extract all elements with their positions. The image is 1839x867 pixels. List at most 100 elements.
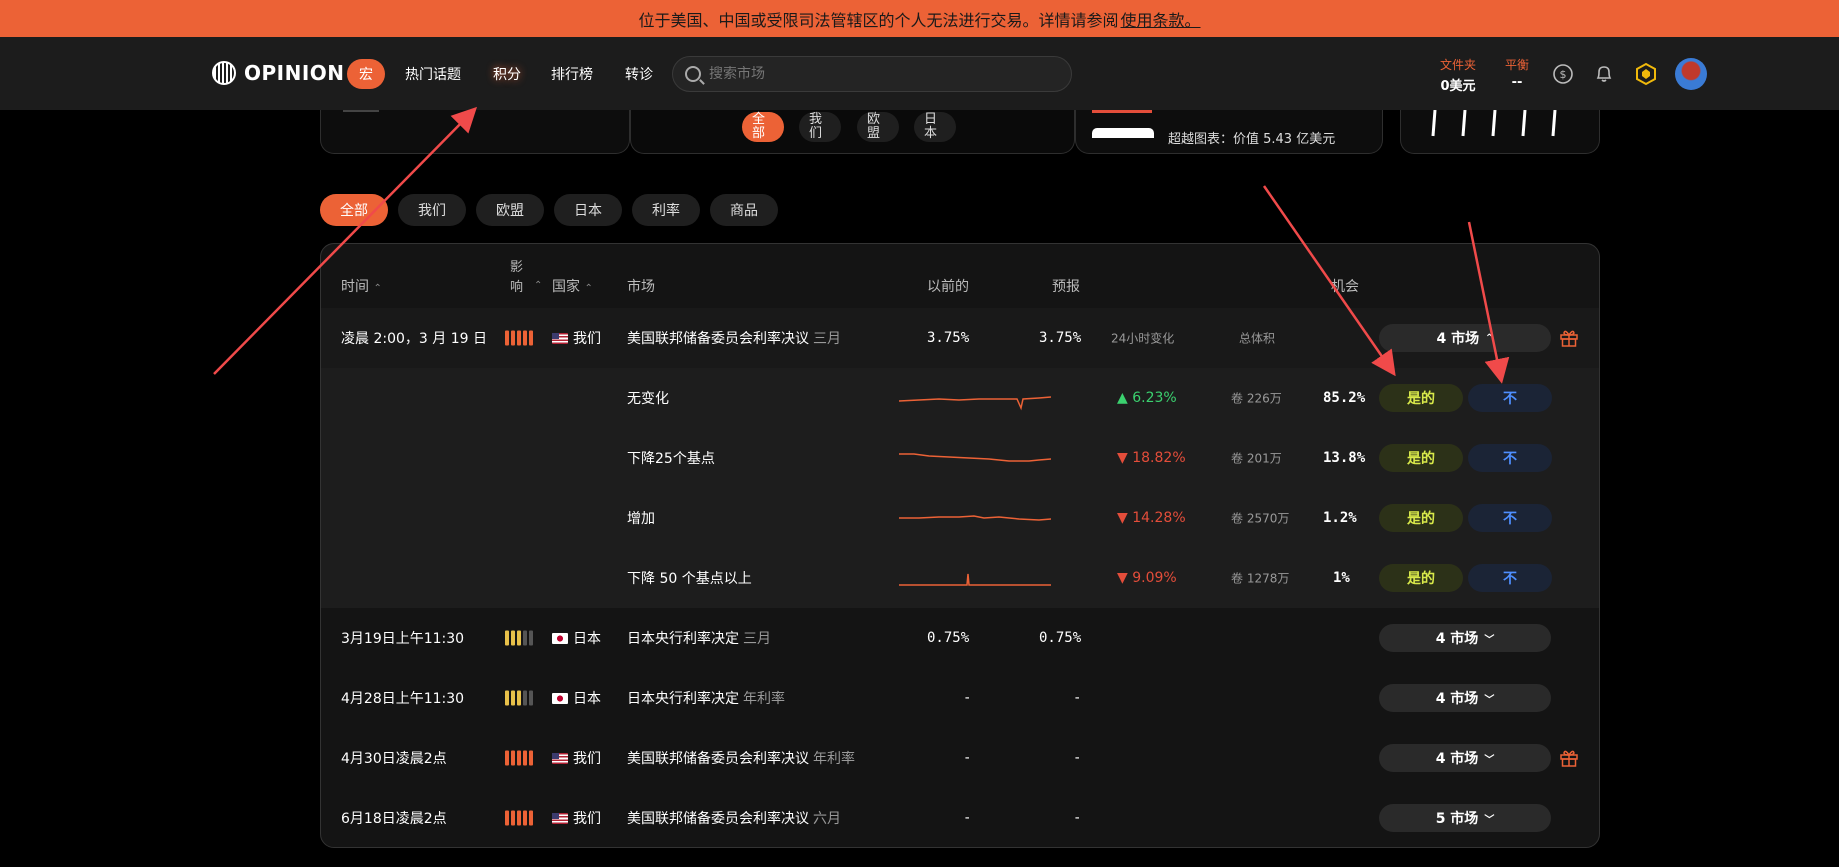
nav-item-trending[interactable]: 热门话题 <box>393 59 473 89</box>
country: 我们 <box>552 328 601 348</box>
up-arrow-icon: ▲ <box>1117 390 1128 406</box>
japan-flag-icon <box>552 633 568 644</box>
markets-dropdown[interactable]: 5 市场 ﹀ <box>1379 804 1551 832</box>
impact-sort-icon[interactable]: ⌃ <box>534 280 542 291</box>
table-row[interactable]: 6月18日凌晨2点 我们 美国联邦储备委员会利率决议 六月 - - 5 市场 ﹀ <box>321 788 1599 847</box>
no-button[interactable]: 不 <box>1468 444 1552 472</box>
markets-dropdown[interactable]: 4 市场 ﹀ <box>1379 684 1551 712</box>
previous-value: 3.75% <box>927 330 970 346</box>
filter-japan[interactable]: 日本 <box>554 194 622 226</box>
event-time: 4月30日凌晨2点 <box>341 751 447 767</box>
change-value: ▼ 18.82% <box>1117 450 1186 466</box>
no-button[interactable]: 不 <box>1468 384 1552 412</box>
market-name[interactable]: 日本央行利率决定 三月 <box>627 628 771 648</box>
filter-rates[interactable]: 利率 <box>632 194 700 226</box>
map-chip-eu[interactable]: 欧盟 <box>857 112 899 142</box>
map-chip-jp[interactable]: 日本 <box>914 112 956 142</box>
search-bar[interactable] <box>672 56 1072 92</box>
gift-icon[interactable] <box>1559 748 1579 768</box>
country: 日本 <box>552 688 601 708</box>
balance-stat[interactable]: 平衡 -- <box>1505 56 1529 90</box>
table-row[interactable]: 凌晨 2:00，3 月 19 日 我们 美国联邦储备委员会利率决议 三月 3.75… <box>321 308 1599 368</box>
avatar[interactable] <box>1675 58 1707 90</box>
sparkline-chart <box>899 396 1051 411</box>
filter-us[interactable]: 我们 <box>398 194 466 226</box>
sparkline-chart <box>899 573 1051 586</box>
balance-label: 平衡 <box>1505 58 1530 72</box>
news-headline[interactable]: 超越图表：价值 5.43 亿美元 <box>1168 128 1335 147</box>
header-previous: 以前的 <box>927 279 969 295</box>
outcome-row[interactable]: 无变化 ▲ 6.23% 卷 226万 85.2% 是的 不 <box>321 368 1599 428</box>
us-flag-icon <box>552 753 568 764</box>
market-name[interactable]: 美国联邦储备委员会利率决议 三月 <box>627 328 841 348</box>
header-time[interactable]: 时间 ⌃ <box>341 276 382 296</box>
down-arrow-icon: ▼ <box>1117 570 1128 586</box>
event-time: 6月18日凌晨2点 <box>341 811 447 827</box>
sparkline-chart <box>899 453 1051 462</box>
change-header: 24小时变化 <box>1111 331 1175 346</box>
outcome-row[interactable]: 下降25个基点 ▼ 18.82% 卷 201万 13.8% 是的 不 <box>321 428 1599 488</box>
header-impact[interactable]: 影响 <box>510 258 526 298</box>
logo[interactable]: OPINION <box>212 61 345 85</box>
yes-button[interactable]: 是的 <box>1379 564 1463 592</box>
restriction-banner: 位于美国、中国或受限司法管辖区的个人无法进行交易。详情请参阅 使用条款。 <box>0 0 1839 37</box>
filter-eu[interactable]: 欧盟 <box>476 194 544 226</box>
nav-item-macro[interactable]: 宏 <box>347 59 385 89</box>
outcome-name: 下降 50 个基点以上 <box>627 571 752 587</box>
sparkline-chart <box>899 515 1051 521</box>
impact-meter <box>505 810 533 826</box>
forecast-value: - <box>1073 690 1082 706</box>
previous-value: - <box>963 810 972 826</box>
market-name[interactable]: 美国联邦储备委员会利率决议 六月 <box>627 808 841 828</box>
us-flag-icon <box>552 333 568 344</box>
nav-item-points[interactable]: 积分 <box>481 59 533 89</box>
filter-all[interactable]: 全部 <box>320 194 388 226</box>
terms-link[interactable]: 使用条款。 <box>1121 7 1201 31</box>
yes-button[interactable]: 是的 <box>1379 444 1463 472</box>
country: 我们 <box>552 748 601 768</box>
forecast-value: 3.75% <box>1039 330 1082 346</box>
no-button[interactable]: 不 <box>1468 564 1552 592</box>
nav-item-leaderboard[interactable]: 排行榜 <box>539 59 605 89</box>
outcome-row[interactable]: 增加 ▼ 14.28% 卷 2570万 1.2% 是的 不 <box>321 488 1599 548</box>
markets-dropdown[interactable]: 4 市场 ﹀ <box>1379 624 1551 652</box>
markets-dropdown[interactable]: 4 市场 ⌃ <box>1379 324 1551 352</box>
outcome-name: 无变化 <box>627 391 669 407</box>
banner-text: 位于美国、中国或受限司法管辖区的个人无法进行交易。详情请参阅 <box>638 10 1119 30</box>
map-chip-us[interactable]: 我们 <box>799 112 841 142</box>
event-time: 4月28日上午11:30 <box>341 691 465 707</box>
table-row[interactable]: 3月19日上午11:30 日本 日本央行利率决定 三月 0.75% 0.75% 4… <box>321 608 1599 668</box>
nav-item-referral[interactable]: 转诊 <box>613 59 665 89</box>
yes-button[interactable]: 是的 <box>1379 384 1463 412</box>
forecast-value: - <box>1073 750 1082 766</box>
forecast-value: 0.75% <box>1039 630 1082 646</box>
outcome-row[interactable]: 下降 50 个基点以上 ▼ 9.09% 卷 1278万 1% 是的 不 <box>321 548 1599 608</box>
country: 日本 <box>552 628 601 648</box>
yes-button[interactable]: 是的 <box>1379 504 1463 532</box>
market-name[interactable]: 美国联邦储备委员会利率决议 年利率 <box>627 748 855 768</box>
previous-value: - <box>963 750 972 766</box>
search-input[interactable] <box>709 66 1049 82</box>
change-value: ▼ 9.09% <box>1117 570 1177 586</box>
impact-meter <box>505 690 533 706</box>
portfolio-stat[interactable]: 文件夹 0美元 <box>1440 56 1476 94</box>
volume-value: 卷 1278万 <box>1231 571 1290 586</box>
gift-icon[interactable] <box>1559 328 1579 348</box>
header-forecast: 预报 <box>1052 279 1080 295</box>
filter-commodities[interactable]: 商品 <box>710 194 778 226</box>
table-row[interactable]: 4月30日凌晨2点 我们 美国联邦储备委员会利率决议 年利率 - - 4 市场 ﹀ <box>321 728 1599 788</box>
chance-value: 1.2% <box>1323 510 1357 526</box>
table-row[interactable]: 4月28日上午11:30 日本 日本央行利率决定 年利率 - - 4 市场 ﹀ <box>321 668 1599 728</box>
balance-value: -- <box>1511 75 1523 90</box>
header-country[interactable]: 国家 ⌃ <box>552 276 593 296</box>
volume-value: 卷 201万 <box>1231 451 1282 466</box>
country: 我们 <box>552 808 601 828</box>
no-button[interactable]: 不 <box>1468 504 1552 532</box>
japan-flag-icon <box>552 693 568 704</box>
dollar-icon[interactable]: $ <box>1551 62 1575 86</box>
bnb-chain-icon[interactable] <box>1634 62 1658 86</box>
map-chip-all[interactable]: 全部 <box>742 112 784 142</box>
bell-icon[interactable] <box>1592 62 1616 86</box>
market-name[interactable]: 日本央行利率决定 年利率 <box>627 688 785 708</box>
markets-dropdown[interactable]: 4 市场 ﹀ <box>1379 744 1551 772</box>
